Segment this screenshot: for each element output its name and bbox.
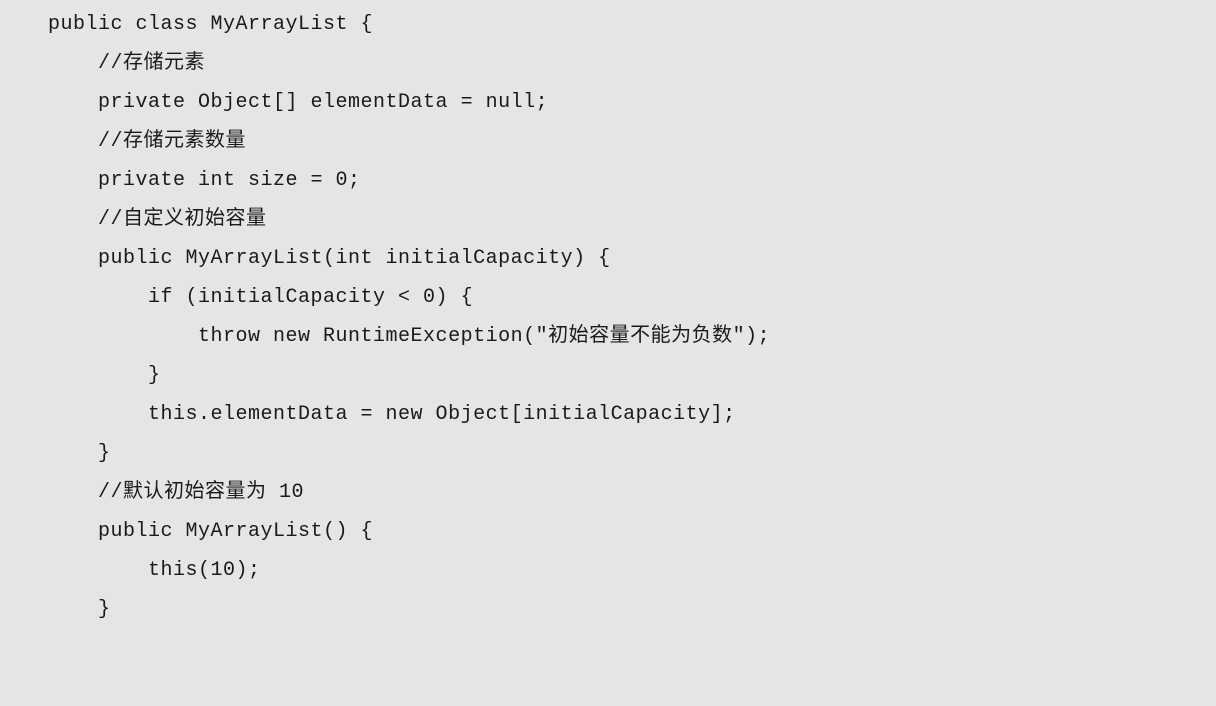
code-line: //存储元素数量 (48, 122, 1216, 161)
code-line: throw new RuntimeException("初始容量不能为负数"); (48, 317, 1216, 356)
code-line: private Object[] elementData = null; (48, 83, 1216, 122)
code-line: //自定义初始容量 (48, 200, 1216, 239)
code-line: this.elementData = new Object[initialCap… (48, 395, 1216, 434)
code-block: public class MyArrayList { //存储元素 privat… (48, 5, 1216, 629)
code-line: public MyArrayList(int initialCapacity) … (48, 239, 1216, 278)
code-line: public MyArrayList() { (48, 512, 1216, 551)
code-line: private int size = 0; (48, 161, 1216, 200)
code-line: this(10); (48, 551, 1216, 590)
code-line: } (48, 356, 1216, 395)
code-line: //默认初始容量为 10 (48, 473, 1216, 512)
code-line: //存储元素 (48, 44, 1216, 83)
code-line: public class MyArrayList { (48, 5, 1216, 44)
code-line: } (48, 590, 1216, 629)
code-line: if (initialCapacity < 0) { (48, 278, 1216, 317)
code-line: } (48, 434, 1216, 473)
